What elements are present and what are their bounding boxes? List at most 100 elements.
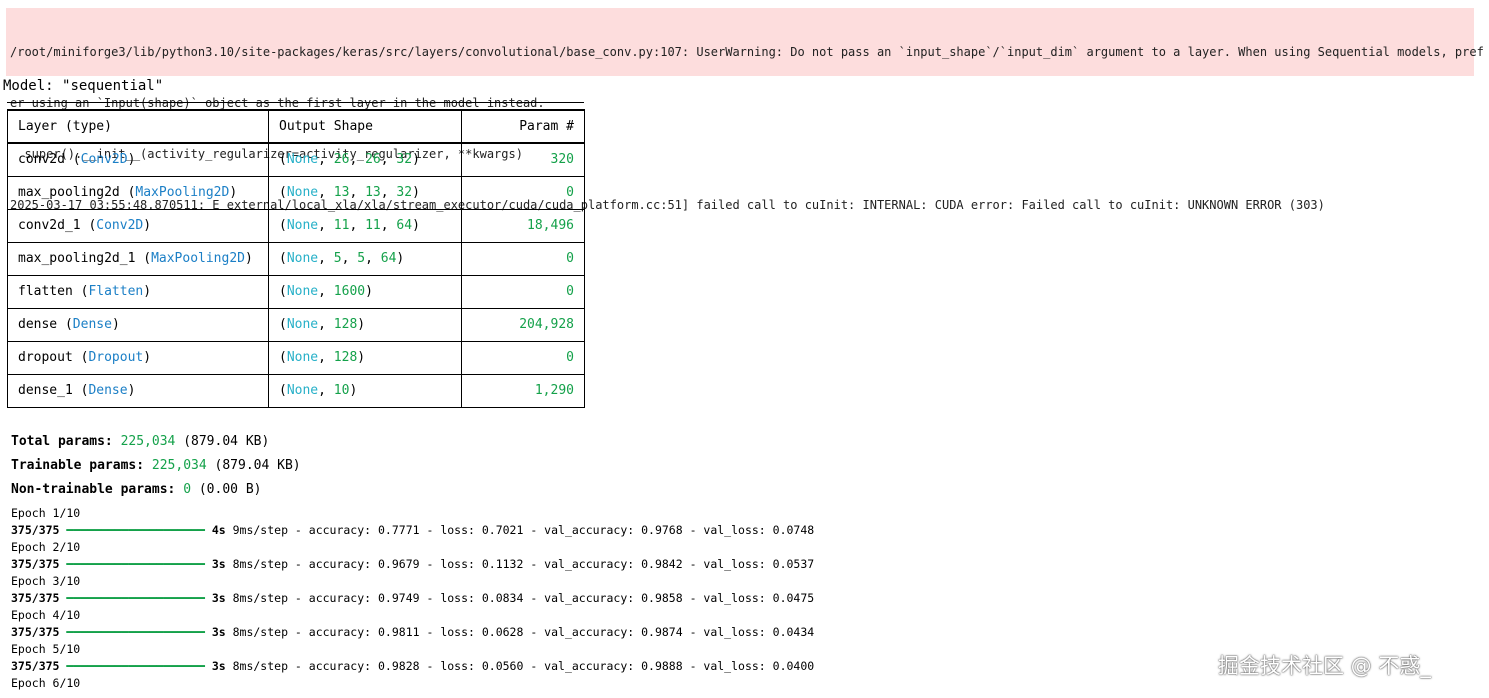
layer-type: Conv2D <box>96 218 144 233</box>
header-layer-type: Layer (type) <box>7 109 269 144</box>
shape-dim: 1600 <box>333 284 366 299</box>
layer-cell: max_pooling2d (MaxPooling2D) <box>7 175 269 210</box>
shape-none: None <box>286 185 319 200</box>
progress-bar: ━━━━━━━━━━━━━━━━━━━━ <box>66 557 205 571</box>
output-shape-cell: (None, 128) <box>268 307 462 342</box>
shape-none: None <box>286 350 319 365</box>
param-totals: Total params: 225,034 (879.04 KB) Traina… <box>11 430 301 502</box>
epoch-metrics: 9ms/step - accuracy: 0.7771 - loss: 0.70… <box>225 523 815 537</box>
step-count: 375/375 <box>11 591 60 605</box>
layer-cell: conv2d_1 (Conv2D) <box>7 208 269 243</box>
stderr-output: /root/miniforge3/lib/python3.10/site-pac… <box>6 8 1484 212</box>
step-count: 375/375 <box>11 557 60 571</box>
layer-cell: max_pooling2d_1 (MaxPooling2D) <box>7 241 269 276</box>
layer-type: Conv2D <box>80 152 128 168</box>
layer-type: MaxPooling2D <box>151 251 245 266</box>
header-param-count: Param # <box>461 109 585 144</box>
epoch-metrics: 8ms/step - accuracy: 0.9828 - loss: 0.05… <box>225 659 815 673</box>
shape-dim: 5 <box>357 251 366 266</box>
shape-dim: 11 <box>365 218 381 233</box>
layer-type: Dense <box>88 383 128 398</box>
output-shape-cell: (None, 26, 26, 32) <box>268 142 462 177</box>
epoch-time: 3s <box>211 625 226 639</box>
layer-cell: dense (Dense) <box>7 307 269 342</box>
model-summary-table: Layer (type) Output Shape Param # conv2d… <box>7 109 585 408</box>
layer-type: Dense <box>72 317 112 332</box>
shape-none: None <box>286 152 319 168</box>
shape-none: None <box>286 218 319 233</box>
epoch-time: 3s <box>211 591 226 605</box>
shape-dim: 13 <box>333 185 350 200</box>
param-count-cell: 0 <box>461 340 585 375</box>
layer-name: flatten <box>18 284 73 299</box>
epoch-time: 3s <box>211 659 226 673</box>
header-output-shape: Output Shape <box>268 109 462 144</box>
progress-bar: ━━━━━━━━━━━━━━━━━━━━ <box>66 523 205 537</box>
param-count-cell: 18,496 <box>461 208 585 243</box>
table-row: flatten (Flatten) (None, 1600) 0 <box>7 274 585 309</box>
epoch-time: 4s <box>211 523 226 537</box>
layer-name: max_pooling2d_1 <box>18 251 136 266</box>
epoch-label: Epoch 3/10 <box>11 574 81 588</box>
model-rule <box>7 102 584 103</box>
model-name: "sequential" <box>62 78 164 94</box>
table-body: conv2d (Conv2D) (None, 26, 26, 32) 320 max_… <box>7 142 585 408</box>
progress-bar: ━━━━━━━━━━━━━━━━━━━━ <box>66 591 205 605</box>
param-count-cell: 0 <box>461 175 585 210</box>
param-count-cell: 204,928 <box>461 307 585 342</box>
table-row: max_pooling2d_1 (MaxPooling2D) (None, 5, … <box>7 241 585 276</box>
layer-cell: flatten (Flatten) <box>7 274 269 309</box>
training-log: Epoch 1/10 375/375 ━━━━━━━━━━━━━━━━━━━━ 4… <box>11 505 814 692</box>
layer-name: conv2d <box>18 152 65 168</box>
layer-type: Dropout <box>88 350 144 365</box>
table-row: dense (Dense) (None, 128) 204,928 <box>7 307 585 342</box>
shape-dim: 32 <box>396 185 413 200</box>
param-count-cell: 0 <box>461 241 585 276</box>
progress-line: 375/375 ━━━━━━━━━━━━━━━━━━━━ 3s 8ms/step… <box>11 556 814 573</box>
table-row: max_pooling2d (MaxPooling2D) (None, 13, 1… <box>7 175 585 210</box>
layer-type: Flatten <box>88 284 144 299</box>
shape-none: None <box>286 251 319 266</box>
progress-line: 375/375 ━━━━━━━━━━━━━━━━━━━━ 3s 8ms/step… <box>11 590 814 607</box>
shape-none: None <box>286 284 319 299</box>
layer-name: dense <box>18 317 58 332</box>
output-shape-cell: (None, 13, 13, 32) <box>268 175 462 210</box>
epoch-label: Epoch 2/10 <box>11 540 81 554</box>
trainable-params: Trainable params: 225,034 (879.04 KB) <box>11 458 301 473</box>
step-count: 375/375 <box>11 659 60 673</box>
progress-line: 375/375 ━━━━━━━━━━━━━━━━━━━━ 4s 9ms/step… <box>11 522 814 539</box>
stderr-line: /root/miniforge3/lib/python3.10/site-pac… <box>10 45 1484 59</box>
shape-dim: 10 <box>333 383 350 398</box>
output-shape-cell: (None, 128) <box>268 340 462 375</box>
epoch-label: Epoch 6/10 <box>11 676 81 690</box>
shape-dim: 26 <box>333 152 350 168</box>
table-row: conv2d (Conv2D) (None, 26, 26, 32) 320 <box>7 142 585 177</box>
shape-dim: 64 <box>380 251 397 266</box>
shape-dim: 128 <box>333 350 358 365</box>
param-count-cell: 320 <box>461 142 585 177</box>
epoch-metrics: 8ms/step - accuracy: 0.9811 - loss: 0.06… <box>225 625 815 639</box>
model-title: Model: "sequential" <box>3 78 163 95</box>
epoch-label: Epoch 4/10 <box>11 608 81 622</box>
step-count: 375/375 <box>11 523 60 537</box>
layer-cell: dropout (Dropout) <box>7 340 269 375</box>
non-trainable-params: Non-trainable params: 0 (0.00 B) <box>11 482 262 497</box>
epoch-label: Epoch 5/10 <box>11 642 81 656</box>
table-header-row: Layer (type) Output Shape Param # <box>7 109 585 144</box>
progress-line: 375/375 ━━━━━━━━━━━━━━━━━━━━ 3s 8ms/step… <box>11 658 814 675</box>
shape-dim: 128 <box>333 317 358 332</box>
layer-name: conv2d_1 <box>18 218 81 233</box>
step-count: 375/375 <box>11 625 60 639</box>
table-row: dense_1 (Dense) (None, 10) 1,290 <box>7 373 585 408</box>
shape-dim: 11 <box>333 218 350 233</box>
total-params: Total params: 225,034 (879.04 KB) <box>11 434 270 449</box>
epoch-metrics: 8ms/step - accuracy: 0.9749 - loss: 0.08… <box>225 591 815 605</box>
progress-bar: ━━━━━━━━━━━━━━━━━━━━ <box>66 659 205 673</box>
shape-none: None <box>286 317 319 332</box>
layer-name: dropout <box>18 350 73 365</box>
shape-dim: 32 <box>396 152 413 168</box>
layer-cell: conv2d (Conv2D) <box>7 142 269 177</box>
shape-none: None <box>286 383 319 398</box>
shape-dim: 13 <box>365 185 381 200</box>
table-row: conv2d_1 (Conv2D) (None, 11, 11, 64) 18,49… <box>7 208 585 243</box>
